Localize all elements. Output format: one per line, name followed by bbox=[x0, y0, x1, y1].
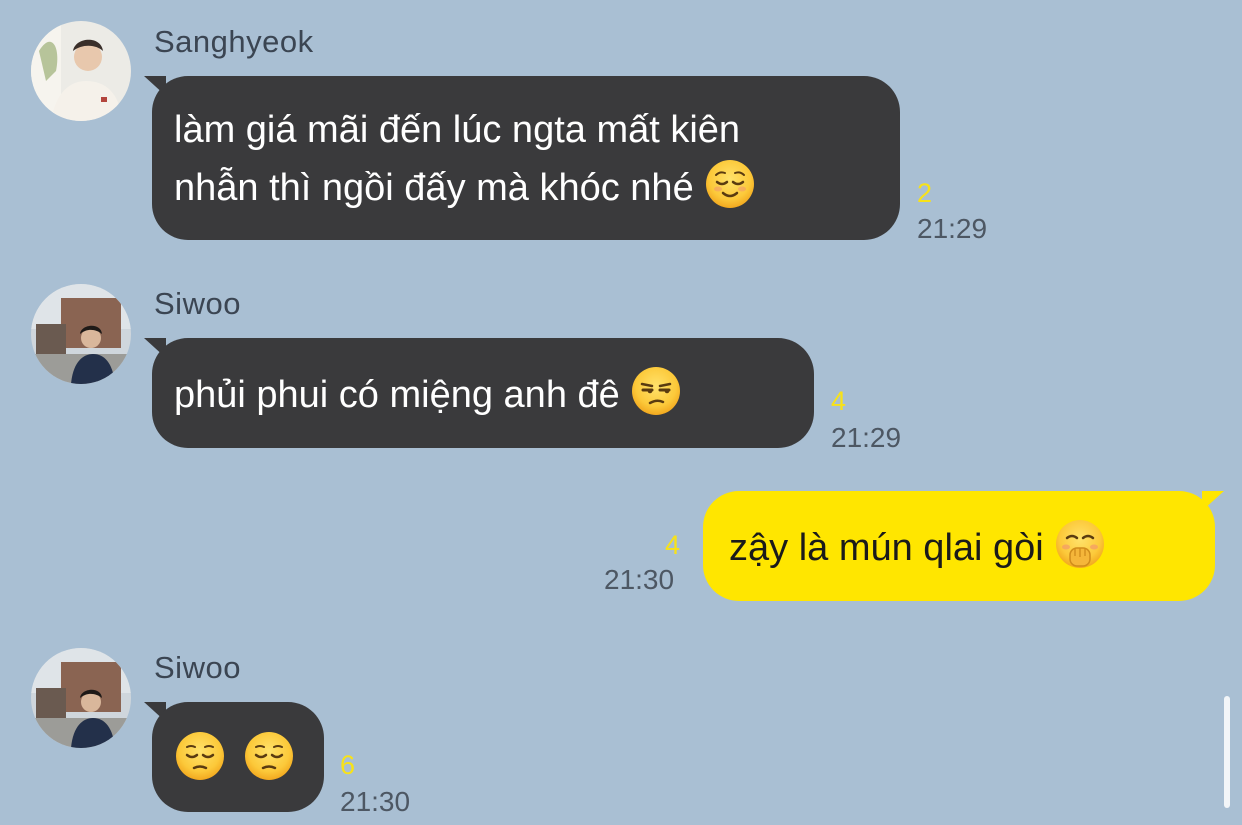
pensive-face-icon bbox=[243, 730, 295, 782]
sender-name: Siwoo bbox=[154, 286, 241, 321]
message-timestamp: 21:30 bbox=[340, 786, 411, 817]
message-text-line: làm giá mãi đến lúc ngta mất kiên bbox=[174, 109, 741, 151]
unamused-face-icon bbox=[630, 365, 682, 417]
message-bubble-incoming[interactable] bbox=[152, 702, 324, 812]
message-timestamp: 21:29 bbox=[831, 422, 902, 453]
unread-count: 6 bbox=[340, 750, 356, 780]
sender-avatar-siwoo[interactable] bbox=[31, 284, 131, 384]
message-text: phủi phui có miệng anh đê bbox=[174, 374, 620, 416]
message-text: zậy là mún qlai gòi bbox=[729, 527, 1044, 569]
unread-count: 2 bbox=[917, 178, 933, 208]
relieved-face-icon bbox=[704, 158, 756, 210]
sender-name: Siwoo bbox=[154, 650, 241, 685]
face-with-hand-over-mouth-icon bbox=[1054, 518, 1106, 570]
bubble-tail bbox=[1202, 491, 1224, 511]
scrollbar[interactable] bbox=[1224, 696, 1230, 808]
sender-avatar-siwoo[interactable] bbox=[31, 648, 131, 748]
message-text-line: nhẫn thì ngồi đấy mà khóc nhé bbox=[174, 167, 694, 209]
message-bubble-incoming[interactable]: phủi phui có miệng anh đê bbox=[152, 338, 814, 448]
pensive-face-icon bbox=[174, 730, 226, 782]
chat-thread: Sanghyeok làm giá mãi đến lúc ngta mất k… bbox=[0, 0, 1242, 825]
sender-name: Sanghyeok bbox=[154, 24, 314, 59]
message-timestamp: 21:29 bbox=[917, 213, 988, 244]
message-timestamp: 21:30 bbox=[604, 564, 675, 595]
message-bubble-outgoing[interactable]: zậy là mún qlai gòi bbox=[703, 491, 1215, 601]
unread-count: 4 bbox=[665, 530, 681, 560]
sender-avatar-sanghyeok[interactable] bbox=[31, 21, 131, 121]
unread-count: 4 bbox=[831, 386, 847, 416]
message-bubble-incoming[interactable]: làm giá mãi đến lúc ngta mất kiên nhẫn t… bbox=[152, 76, 900, 240]
